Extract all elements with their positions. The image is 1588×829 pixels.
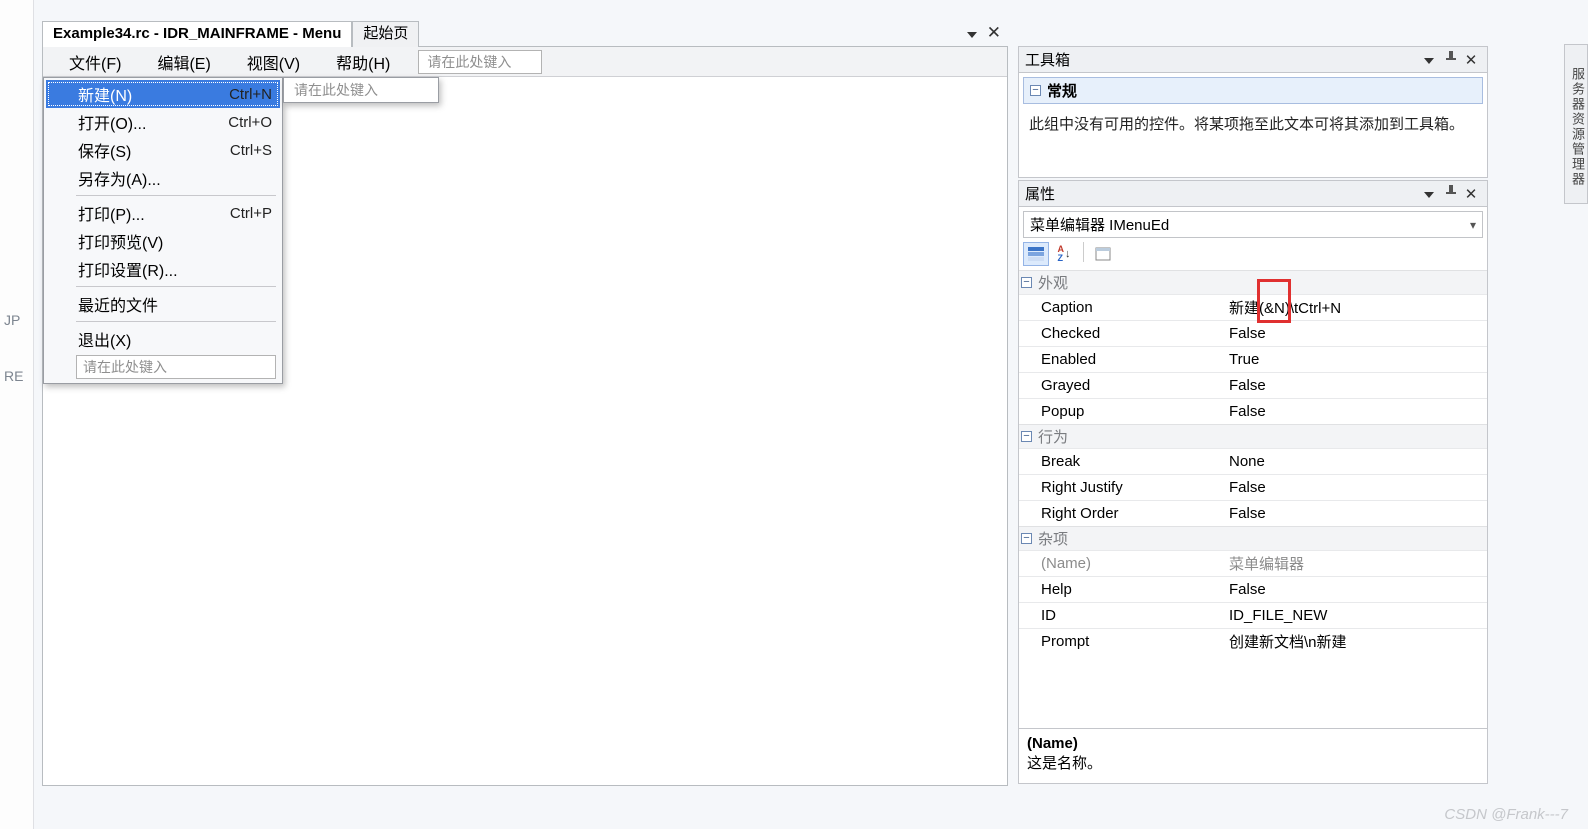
edited-menubar: 文件(F) 编辑(E) 视图(V) 帮助(H) 请在此处键入 (43, 47, 1007, 77)
menu-item-exit[interactable]: 退出(X) (46, 325, 280, 353)
pin-icon[interactable] (1441, 51, 1461, 69)
tab-menu-editor[interactable]: Example34.rc - IDR_MAINFRAME - Menu (42, 21, 352, 47)
collapse-icon[interactable]: − (1030, 85, 1041, 96)
menu-item-new[interactable]: 新建(N) Ctrl+N (46, 80, 280, 108)
prop-row-checked[interactable]: Checked False (1019, 320, 1487, 346)
prop-row-caption[interactable]: Caption 新建(&N)\tCtrl+N (1019, 294, 1487, 320)
prop-row-grayed[interactable]: Grayed False (1019, 372, 1487, 398)
menubar-type-here[interactable]: 请在此处键入 (418, 50, 542, 74)
properties-toolbar: AZ↓ (1019, 242, 1487, 270)
menu-item-recent[interactable]: 最近的文件 (46, 290, 280, 318)
menu-separator (76, 321, 276, 322)
file-menu-dropdown: 新建(N) Ctrl+N 打开(O)... Ctrl+O 保存(S) Ctrl+… (43, 77, 283, 384)
prop-row-right-order[interactable]: Right Order False (1019, 500, 1487, 526)
prop-row-id[interactable]: ID ID_FILE_NEW (1019, 602, 1487, 628)
toolbox-panel: 工具箱 ✕ − 常规 此组中没有可用的控件。将某项拖至此文本可将其添加到工具箱。 (1018, 46, 1488, 178)
toolbox-header: 工具箱 ✕ (1019, 47, 1487, 73)
property-pages-button[interactable] (1090, 242, 1116, 266)
right-column: 工具箱 ✕ − 常规 此组中没有可用的控件。将某项拖至此文本可将其添加到工具箱。… (1018, 46, 1488, 786)
menu-item-print-setup[interactable]: 打印设置(R)... (46, 255, 280, 283)
categorized-view-button[interactable] (1023, 242, 1049, 266)
toolbox-group-general[interactable]: − 常规 (1023, 77, 1483, 104)
menu-item-save[interactable]: 保存(S) Ctrl+S (46, 136, 280, 164)
prop-row-help[interactable]: Help False (1019, 576, 1487, 602)
alphabetical-view-button[interactable]: AZ↓ (1051, 242, 1077, 266)
left-gutter: JP RE (0, 0, 34, 829)
menu-view[interactable]: 视图(V) (229, 50, 318, 74)
menu-item-print-preview[interactable]: 打印预览(V) (46, 227, 280, 255)
menu-edit[interactable]: 编辑(E) (139, 50, 228, 74)
close-icon[interactable]: ✕ (1461, 51, 1481, 69)
property-description: (Name) 这是名称。 (1019, 728, 1487, 783)
menu-help[interactable]: 帮助(H) (318, 50, 408, 74)
document-tabbar: Example34.rc - IDR_MAINFRAME - Menu 起始页 (42, 21, 419, 47)
property-grid: − 外观 Caption 新建(&N)\tCtrl+N Checked Fals… (1019, 270, 1487, 728)
menu-separator (76, 286, 276, 287)
panel-options-icon[interactable] (1421, 185, 1441, 202)
submenu-type-here[interactable]: 请在此处键入 (283, 77, 439, 103)
gutter-label: RE (4, 368, 23, 384)
description-text: 这是名称。 (1027, 752, 1479, 773)
chevron-down-icon: ▾ (1470, 218, 1476, 232)
menu-item-save-as[interactable]: 另存为(A)... (46, 164, 280, 192)
dropdown-type-here[interactable]: 请在此处键入 (76, 355, 276, 379)
menu-file[interactable]: 文件(F) (51, 50, 139, 74)
collapse-icon[interactable]: − (1021, 277, 1032, 288)
close-icon[interactable]: ✕ (1461, 185, 1481, 203)
prop-row-right-justify[interactable]: Right Justify False (1019, 474, 1487, 500)
category-behavior[interactable]: − 行为 (1019, 424, 1487, 448)
menu-editor-panel: Example34.rc - IDR_MAINFRAME - Menu 起始页 … (42, 46, 1008, 786)
properties-panel: 属性 ✕ 菜单编辑器 IMenuEd ▾ AZ↓ (1018, 180, 1488, 784)
description-key: (Name) (1027, 735, 1479, 752)
panel-options-icon[interactable] (1421, 51, 1441, 68)
collapse-icon[interactable]: − (1021, 533, 1032, 544)
collapse-icon[interactable]: − (1021, 431, 1032, 442)
tab-start-page[interactable]: 起始页 (352, 21, 419, 47)
toolbar-divider (1083, 242, 1084, 262)
category-appearance[interactable]: − 外观 (1019, 270, 1487, 294)
category-misc[interactable]: − 杂项 (1019, 526, 1487, 550)
toolbox-empty-message: 此组中没有可用的控件。将某项拖至此文本可将其添加到工具箱。 (1023, 104, 1483, 139)
close-tab-icon[interactable]: ✕ (987, 23, 1001, 43)
toolbox-title: 工具箱 (1025, 49, 1421, 70)
prop-row-popup[interactable]: Popup False (1019, 398, 1487, 424)
prop-row-name[interactable]: (Name) 菜单编辑器 (1019, 550, 1487, 576)
server-explorer-tab[interactable]: 服务器资源管理器 (1564, 44, 1588, 204)
gutter-label: JP (4, 312, 20, 328)
tab-dropdown-icon[interactable] (967, 23, 981, 43)
prop-row-prompt[interactable]: Prompt 创建新文档\n新建 (1019, 628, 1487, 654)
menu-item-print[interactable]: 打印(P)... Ctrl+P (46, 199, 280, 227)
properties-title: 属性 (1025, 183, 1421, 204)
menu-item-open[interactable]: 打开(O)... Ctrl+O (46, 108, 280, 136)
toolbox-group-label: 常规 (1047, 80, 1077, 101)
prop-row-enabled[interactable]: Enabled True (1019, 346, 1487, 372)
properties-header: 属性 ✕ (1019, 181, 1487, 207)
pin-icon[interactable] (1441, 185, 1461, 203)
menu-separator (76, 195, 276, 196)
properties-object-combo[interactable]: 菜单编辑器 IMenuEd ▾ (1023, 211, 1483, 238)
prop-row-break[interactable]: Break None (1019, 448, 1487, 474)
watermark: CSDN @Frank---7 (1444, 806, 1568, 823)
